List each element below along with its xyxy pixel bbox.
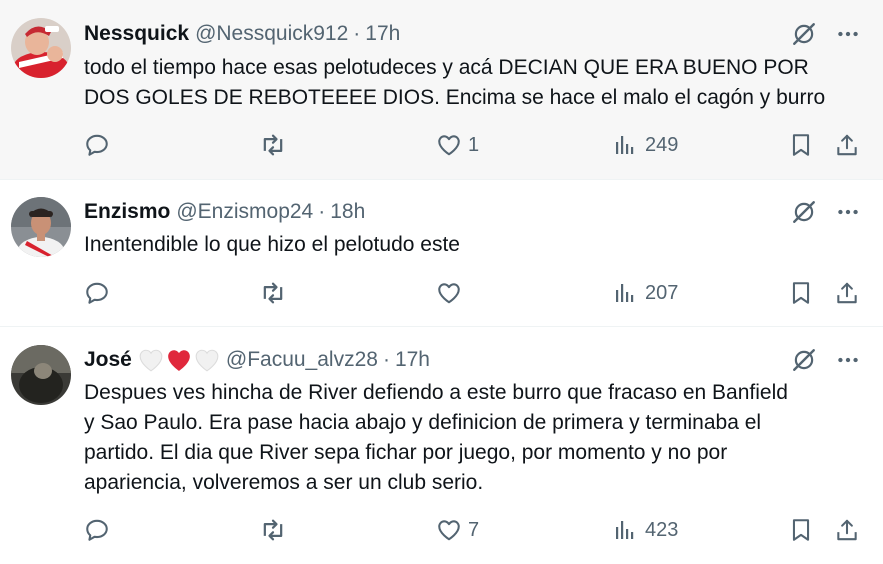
- views-icon: [613, 518, 637, 542]
- user-handle[interactable]: @Enzismop24: [176, 200, 313, 224]
- bookmark-icon: [788, 517, 814, 543]
- grok-icon[interactable]: [791, 347, 817, 373]
- like-count: 7: [468, 518, 480, 541]
- reply-tweet[interactable]: Nessquick @Nessquick912 · 17h todo el ti…: [0, 0, 883, 180]
- tweet-text: todo el tiempo hace esas pelotudeces y a…: [84, 56, 826, 109]
- name-emoji: [138, 348, 220, 372]
- repost-button[interactable]: [259, 278, 295, 308]
- views-button[interactable]: 207: [613, 278, 678, 308]
- avatar[interactable]: [11, 345, 71, 405]
- tweet-text: Inentendible lo que hizo el pelotudo est…: [84, 233, 460, 256]
- reply-icon: [84, 517, 110, 543]
- more-icon[interactable]: [835, 21, 861, 47]
- like-button[interactable]: [436, 278, 470, 308]
- views-icon: [613, 281, 637, 305]
- separator-dot: ·: [353, 22, 361, 45]
- action-bar: 7 423: [84, 515, 864, 545]
- repost-icon: [259, 279, 287, 307]
- action-bar: 1 249: [84, 130, 864, 160]
- separator-dot: ·: [318, 200, 326, 223]
- display-name[interactable]: Enzismo: [84, 200, 170, 224]
- user-handle[interactable]: @Nessquick912: [195, 22, 348, 46]
- views-button[interactable]: 249: [613, 130, 678, 160]
- avatar[interactable]: [11, 197, 71, 257]
- share-icon: [834, 132, 860, 158]
- bookmark-button[interactable]: [788, 515, 814, 545]
- like-button[interactable]: 1: [436, 130, 479, 160]
- white-heart-icon: [194, 348, 220, 372]
- tweet-text: Despues ves hincha de River defiendo a e…: [84, 381, 788, 494]
- like-count: 1: [468, 133, 480, 156]
- reply-button[interactable]: [84, 130, 118, 160]
- share-icon: [834, 280, 860, 306]
- views-button[interactable]: 423: [613, 515, 678, 545]
- user-handle[interactable]: @Facuu_alvz28: [226, 348, 378, 372]
- views-icon: [613, 133, 637, 157]
- reply-button[interactable]: [84, 278, 118, 308]
- more-icon[interactable]: [835, 347, 861, 373]
- views-count: 207: [645, 281, 679, 304]
- share-button[interactable]: [834, 515, 860, 545]
- share-icon: [834, 517, 860, 543]
- repost-button[interactable]: [259, 130, 295, 160]
- repost-icon: [259, 516, 287, 544]
- action-bar: 207: [84, 278, 864, 308]
- grok-icon[interactable]: [791, 199, 817, 225]
- reply-icon: [84, 132, 110, 158]
- grok-icon[interactable]: [791, 21, 817, 47]
- timestamp[interactable]: 18h: [330, 200, 365, 224]
- like-icon: [436, 280, 462, 306]
- share-button[interactable]: [834, 130, 860, 160]
- like-icon: [436, 132, 462, 158]
- like-icon: [436, 517, 462, 543]
- white-heart-icon: [138, 348, 164, 372]
- reply-tweet[interactable]: Enzismo @Enzismop24 · 18h Inentendible l…: [0, 180, 883, 327]
- more-icon[interactable]: [835, 199, 861, 225]
- like-button[interactable]: 7: [436, 515, 479, 545]
- red-heart-icon: [166, 348, 192, 372]
- bookmark-button[interactable]: [788, 278, 814, 308]
- display-name[interactable]: Nessquick: [84, 22, 189, 46]
- bookmark-button[interactable]: [788, 130, 814, 160]
- timestamp[interactable]: 17h: [395, 348, 430, 372]
- reply-button[interactable]: [84, 515, 118, 545]
- display-name[interactable]: José: [84, 348, 132, 372]
- reply-tweet[interactable]: José @Facuu_alvz28 · 17h Despues ves hin…: [0, 327, 883, 564]
- bookmark-icon: [788, 132, 814, 158]
- repost-button[interactable]: [259, 515, 295, 545]
- bookmark-icon: [788, 280, 814, 306]
- timestamp[interactable]: 17h: [365, 22, 400, 46]
- views-count: 423: [645, 518, 679, 541]
- reply-icon: [84, 280, 110, 306]
- views-count: 249: [645, 133, 679, 156]
- share-button[interactable]: [834, 278, 860, 308]
- repost-icon: [259, 131, 287, 159]
- separator-dot: ·: [382, 348, 390, 371]
- avatar[interactable]: [11, 18, 71, 78]
